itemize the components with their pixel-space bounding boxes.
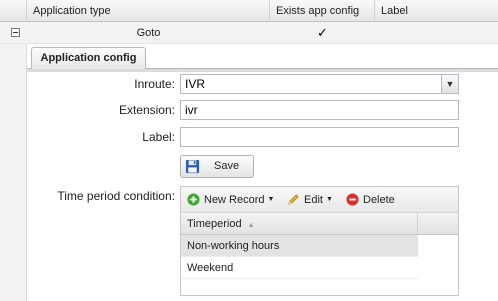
inroute-label: Inroute: bbox=[134, 77, 175, 91]
cell-application-type: Goto bbox=[136, 27, 161, 39]
save-button[interactable]: Save bbox=[180, 155, 254, 178]
inroute-select[interactable]: IVR ▼ bbox=[180, 74, 459, 94]
delete-label: Delete bbox=[363, 194, 395, 206]
column-header-label[interactable]: Label bbox=[375, 0, 498, 22]
outer-grid-header: Application type Exists app config Label bbox=[0, 0, 498, 22]
new-record-label: New Record bbox=[204, 194, 265, 206]
inroute-select-value: IVR bbox=[185, 77, 206, 91]
chevron-down-icon[interactable]: ▼ bbox=[441, 75, 458, 93]
tab-application-config[interactable]: Application config bbox=[31, 47, 146, 69]
floppy-disk-icon bbox=[185, 159, 200, 174]
cell-exists-app-config: ✓ bbox=[317, 25, 328, 40]
column-header-exists-app-config[interactable]: Exists app config bbox=[270, 0, 375, 22]
edit-button[interactable]: Edit ▼ bbox=[287, 191, 333, 209]
pencil-icon bbox=[288, 193, 299, 205]
plus-circle-icon bbox=[187, 193, 200, 206]
minus-box-icon[interactable] bbox=[11, 28, 20, 37]
column-header-filler bbox=[418, 213, 458, 235]
label-field-label: Label: bbox=[142, 130, 175, 144]
delete-button[interactable]: Delete bbox=[346, 191, 395, 209]
time-period-grid: New Record ▼ Edit ▼ Delete Timeperiod ▲ Non… bbox=[180, 186, 459, 296]
dropdown-arrow-icon: ▼ bbox=[267, 196, 275, 204]
column-header-timeperiod-label: Timeperiod bbox=[187, 218, 242, 230]
time-period-toolbar: New Record ▼ Edit ▼ Delete bbox=[181, 187, 458, 213]
expander-column-header bbox=[0, 0, 27, 22]
table-row[interactable]: Goto ✓ bbox=[0, 22, 498, 44]
new-record-button[interactable]: New Record ▼ bbox=[187, 191, 274, 209]
column-header-application-type[interactable]: Application type bbox=[27, 0, 270, 22]
save-button-label: Save bbox=[214, 160, 240, 172]
time-period-condition-label: Time period condition: bbox=[57, 189, 175, 203]
row-expander-gutter bbox=[0, 44, 27, 301]
list-item[interactable]: Non-working hours bbox=[181, 235, 418, 257]
minus-circle-icon bbox=[346, 193, 359, 206]
extension-label: Extension: bbox=[118, 103, 175, 117]
list-item[interactable]: Weekend bbox=[181, 257, 418, 279]
label-field[interactable] bbox=[180, 127, 459, 147]
sort-ascending-icon: ▲ bbox=[247, 222, 255, 229]
edit-label: Edit bbox=[304, 194, 323, 206]
column-header-timeperiod[interactable]: Timeperiod ▲ bbox=[181, 213, 418, 235]
extension-field[interactable]: ivr bbox=[180, 100, 459, 120]
dropdown-arrow-icon: ▼ bbox=[325, 196, 333, 204]
